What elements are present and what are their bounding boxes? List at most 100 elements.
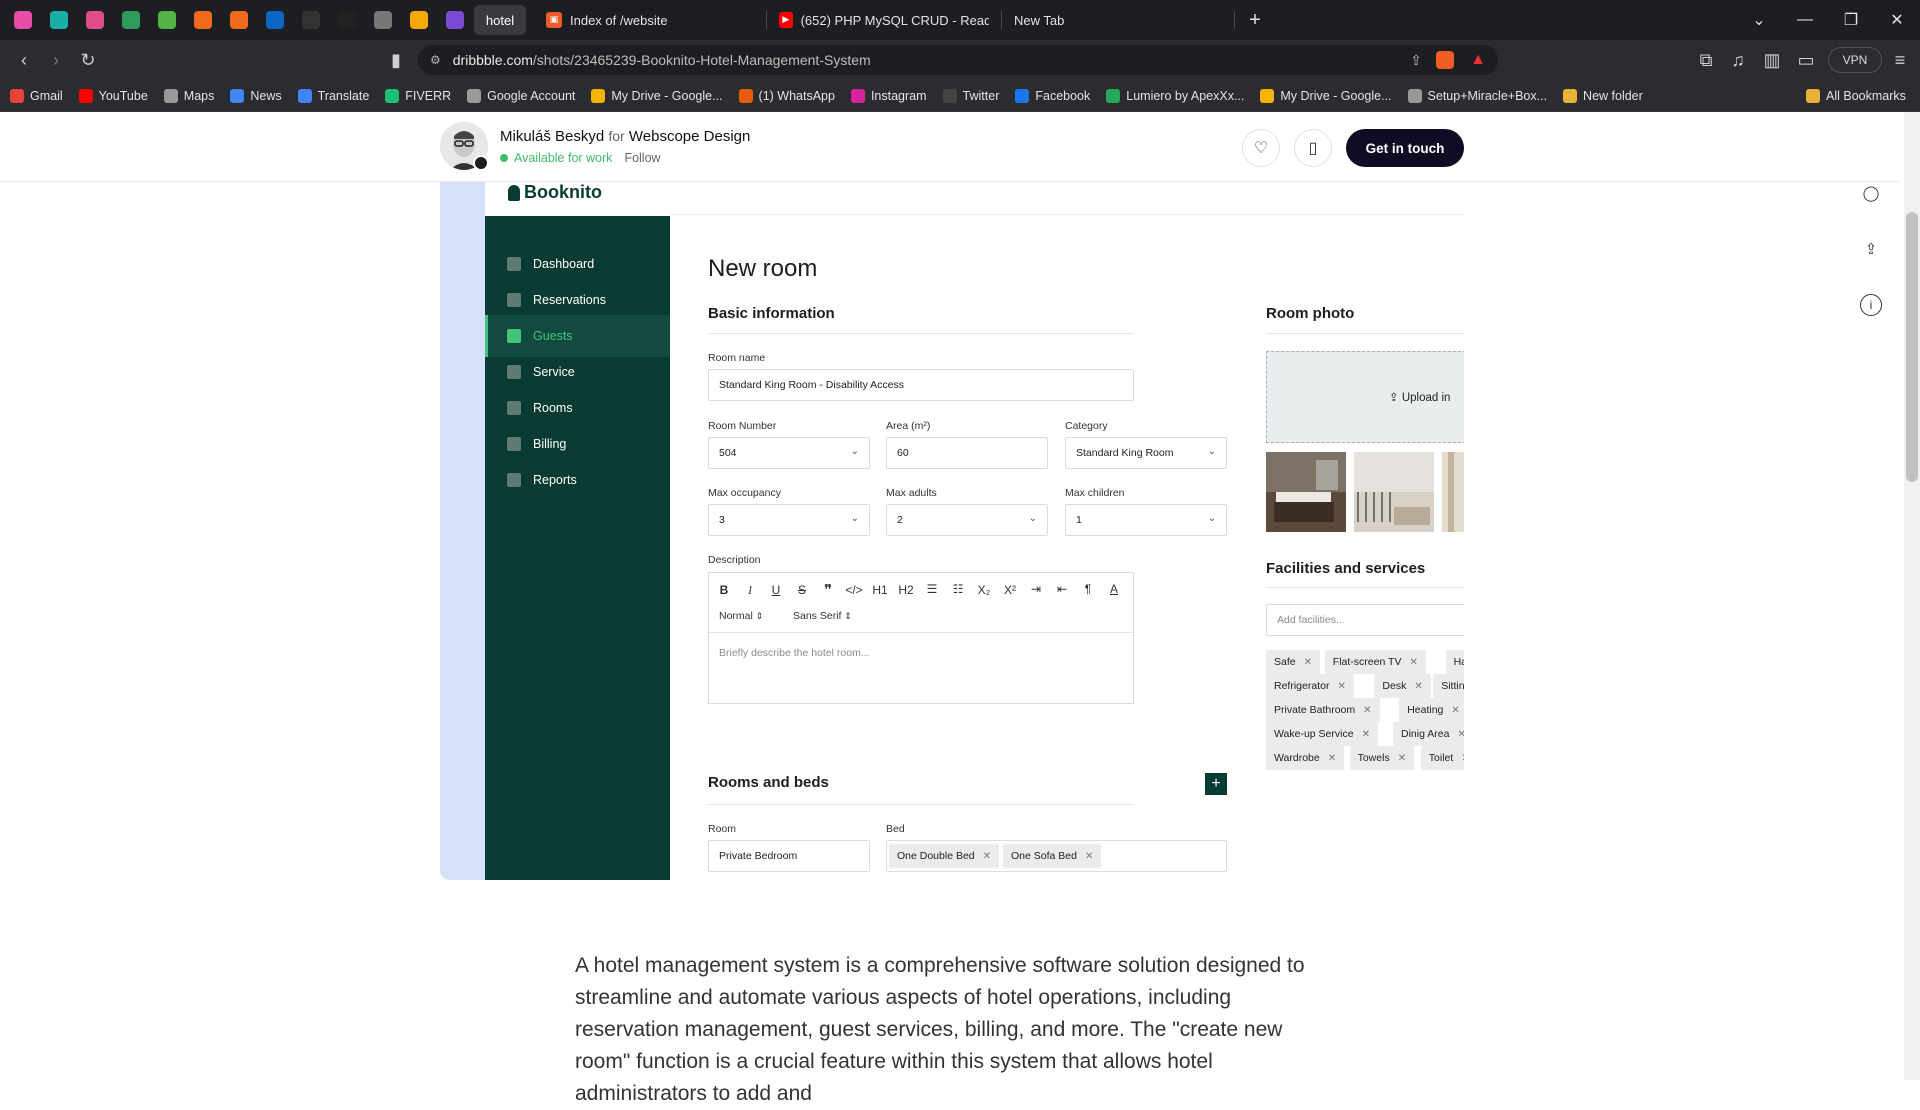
max-adults-select[interactable]: 2 ⌄ [886,504,1048,536]
tab-youtube-crud[interactable]: ▶ (652) PHP MySQL CRUD - Read Data [767,5,1001,35]
close-icon[interactable]: ✕ [1451,705,1459,716]
code-icon[interactable]: </> [843,583,865,597]
minimize-button[interactable]: — [1782,0,1828,40]
pinned-tab[interactable] [222,5,256,35]
italic-icon[interactable]: I [739,583,761,598]
bookmark-item[interactable]: Instagram [850,88,927,103]
tab-search-button[interactable]: ⌄ [1736,0,1782,40]
bookmark-item[interactable]: Setup+Miracle+Box... [1407,88,1547,103]
strikethrough-icon[interactable]: S [791,583,813,597]
facility-chip[interactable]: Wardrobe ✕ [1266,746,1345,770]
pinned-tab[interactable] [78,5,112,35]
extensions-button[interactable]: ⧉ [1690,44,1722,76]
facility-chip[interactable]: Private Bathroom ✕ [1266,698,1380,722]
close-icon[interactable]: ✕ [1414,681,1422,692]
close-window-button[interactable]: ✕ [1874,0,1920,40]
bookmark-item[interactable]: My Drive - Google... [591,88,723,103]
pinned-tab[interactable] [294,5,328,35]
close-icon[interactable]: ✕ [1085,851,1093,862]
follow-link[interactable]: Follow [624,151,660,165]
close-icon[interactable]: ✕ [1337,681,1345,692]
save-button[interactable]: ▯ [1294,129,1332,167]
bookmark-item[interactable]: Lumiero by ApexXx... [1106,88,1244,103]
brave-shield-icon[interactable] [1436,51,1454,69]
get-in-touch-button[interactable]: Get in touch [1346,129,1464,167]
tab-new-tab[interactable]: New Tab [1002,5,1234,35]
max-children-select[interactable]: 1 ⌄ [1065,504,1227,536]
info-button[interactable]: i [1860,294,1882,316]
close-icon[interactable]: ✕ [1457,729,1464,740]
pinned-tab[interactable] [186,5,220,35]
font-select[interactable]: Sans Serif ⇕ [793,610,852,622]
room-name-input[interactable]: Standard King Room - Disability Access [708,369,1134,401]
facility-chip[interactable]: Dinig Area ✕ [1393,722,1464,746]
room-photo-thumbnail[interactable] [1354,452,1434,532]
pinned-tab[interactable] [114,5,148,35]
facility-chip[interactable]: Desk ✕ [1374,674,1431,698]
scrollbar-thumb[interactable] [1906,212,1918,482]
bookmark-item[interactable]: My Drive - Google... [1260,88,1392,103]
close-icon[interactable]: ✕ [1409,657,1417,668]
facility-chip[interactable]: Sitting a✕ [1433,674,1464,698]
bookmark-item[interactable]: Maps [163,88,214,103]
max-occupancy-select[interactable]: 3 ⌄ [708,504,870,536]
close-icon[interactable]: ✕ [1328,753,1336,764]
vpn-button[interactable]: VPN [1828,47,1882,73]
pinned-tab[interactable] [6,5,40,35]
all-bookmarks-button[interactable]: All Bookmarks [1806,89,1906,103]
sidebar-toggle-button[interactable]: ▥ [1756,44,1788,76]
bookmark-item[interactable]: News [230,88,282,103]
bookmark-item[interactable]: YouTube [78,88,148,103]
category-select[interactable]: Standard King Room ⌄ [1065,437,1227,469]
pinned-tab[interactable] [150,5,184,35]
facility-chip[interactable]: Refrigerator ✕ [1266,674,1354,698]
quote-icon[interactable]: ❞ [817,581,839,599]
bookmark-item[interactable]: Gmail [10,88,63,103]
tab-index-website[interactable]: ▣ Index of /website [534,5,766,35]
bed-chip[interactable]: One Double Bed ✕ [889,844,1000,868]
photo-upload-zone[interactable]: ⇪ Upload in [1266,351,1464,443]
pinned-tab[interactable] [258,5,292,35]
facility-chip[interactable]: Haird✕ [1445,650,1464,674]
subscript-icon[interactable]: X₂ [973,583,995,597]
outdent-icon[interactable]: ⇤ [1051,582,1073,596]
tab-hotel[interactable]: hotel [474,5,526,35]
close-icon[interactable]: ✕ [1362,729,1370,740]
sidebar-item-reports[interactable]: Reports [485,459,670,501]
facility-chip[interactable]: Towels ✕ [1349,746,1415,770]
share-button[interactable]: ⇪ [1856,234,1886,264]
facility-chip[interactable]: Wake-up Service ✕ [1266,722,1378,746]
bookmark-page-button[interactable]: ▮ [380,44,412,76]
facility-chip[interactable]: Heating ✕ [1399,698,1464,722]
back-button[interactable]: ‹ [8,44,40,76]
bookmark-item[interactable]: Google Account [467,88,575,103]
facilities-input[interactable]: Add facilities... [1266,604,1464,636]
format-select[interactable]: Normal ⇕ [719,610,763,622]
heading2-icon[interactable]: H2 [895,583,917,597]
paragraph-direction-icon[interactable]: ¶ [1077,582,1099,596]
facility-chip[interactable]: Safe ✕ [1266,650,1320,674]
pinned-tab[interactable] [366,5,400,35]
bookmark-item[interactable]: Twitter [942,88,999,103]
bookmark-item[interactable]: FIVERR [385,88,451,103]
pinned-tab[interactable] [438,5,472,35]
bold-icon[interactable]: B [713,583,735,597]
pinned-tab[interactable] [330,5,364,35]
wallet-button[interactable]: ▭ [1790,44,1822,76]
bookmark-item[interactable]: Facebook [1015,88,1090,103]
room-photo-thumbnail[interactable] [1442,452,1464,532]
share-icon[interactable]: ⇪ [1410,52,1422,69]
area-input[interactable]: 60 [886,437,1048,469]
like-button[interactable]: ♡ [1242,129,1280,167]
facility-chip[interactable]: Toilet ✕ [1420,746,1464,770]
text-color-icon[interactable]: A [1103,582,1125,596]
close-icon[interactable]: ✕ [1304,657,1312,668]
bed-tags-input[interactable]: One Double Bed ✕ One Sofa Bed ✕ [886,840,1227,872]
description-textarea[interactable]: Briefly describe the hotel room... [719,647,870,659]
bed-chip[interactable]: One Sofa Bed ✕ [1003,844,1102,868]
reload-button[interactable]: ↻ [72,44,104,76]
superscript-icon[interactable]: X² [999,583,1021,597]
bookmark-item[interactable]: Translate [297,88,369,103]
indent-icon[interactable]: ⇥ [1025,582,1047,596]
underline-icon[interactable]: U [765,583,787,597]
